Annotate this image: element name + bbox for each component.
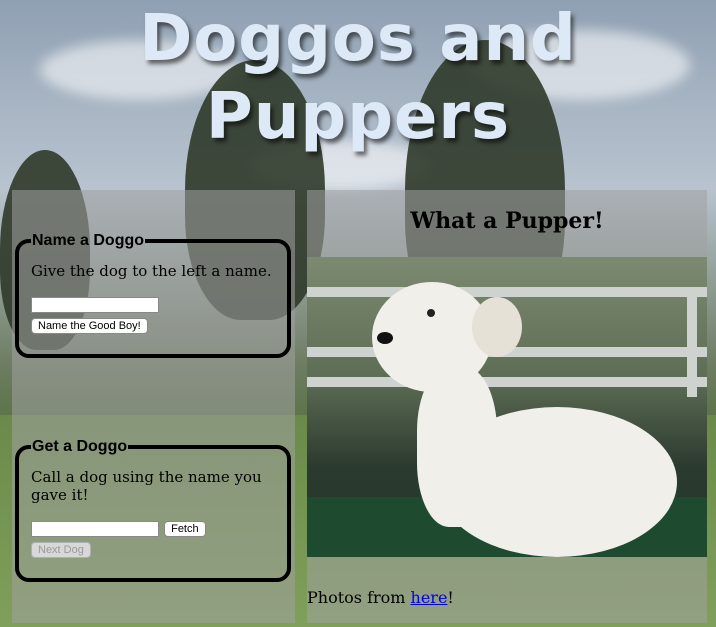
dog-photo [307, 257, 707, 557]
fetch-button[interactable]: Fetch [164, 520, 206, 537]
photo-credit: Photos from here! [307, 588, 454, 607]
name-doggo-form: Name a Doggo Give the dog to the left a … [15, 232, 291, 358]
name-doggo-instruction: Give the dog to the left a name. [31, 262, 272, 280]
name-good-boy-button[interactable]: Name the Good Boy! [31, 317, 148, 334]
get-doggo-instruction: Call a dog using the name you gave it! [31, 468, 262, 504]
credit-prefix: Photos from [307, 588, 411, 607]
right-panel: What a Pupper! Photos from here! [307, 190, 707, 623]
get-doggo-legend: Get a Doggo [32, 438, 128, 455]
left-panel: Name a Doggo Give the dog to the left a … [12, 190, 295, 623]
fetch-name-input[interactable] [31, 520, 159, 537]
name-doggo-legend: Name a Doggo [32, 232, 145, 249]
page-title: Doggos and Puppers [139, 2, 577, 154]
photo-source-link[interactable]: here [411, 588, 448, 607]
get-doggo-form: Get a Doggo Call a dog using the name yo… [15, 438, 291, 582]
pupper-heading: What a Pupper! [410, 208, 604, 234]
dog-name-input[interactable] [31, 296, 159, 313]
credit-suffix: ! [447, 588, 454, 607]
next-dog-button[interactable]: Next Dog [31, 541, 91, 558]
